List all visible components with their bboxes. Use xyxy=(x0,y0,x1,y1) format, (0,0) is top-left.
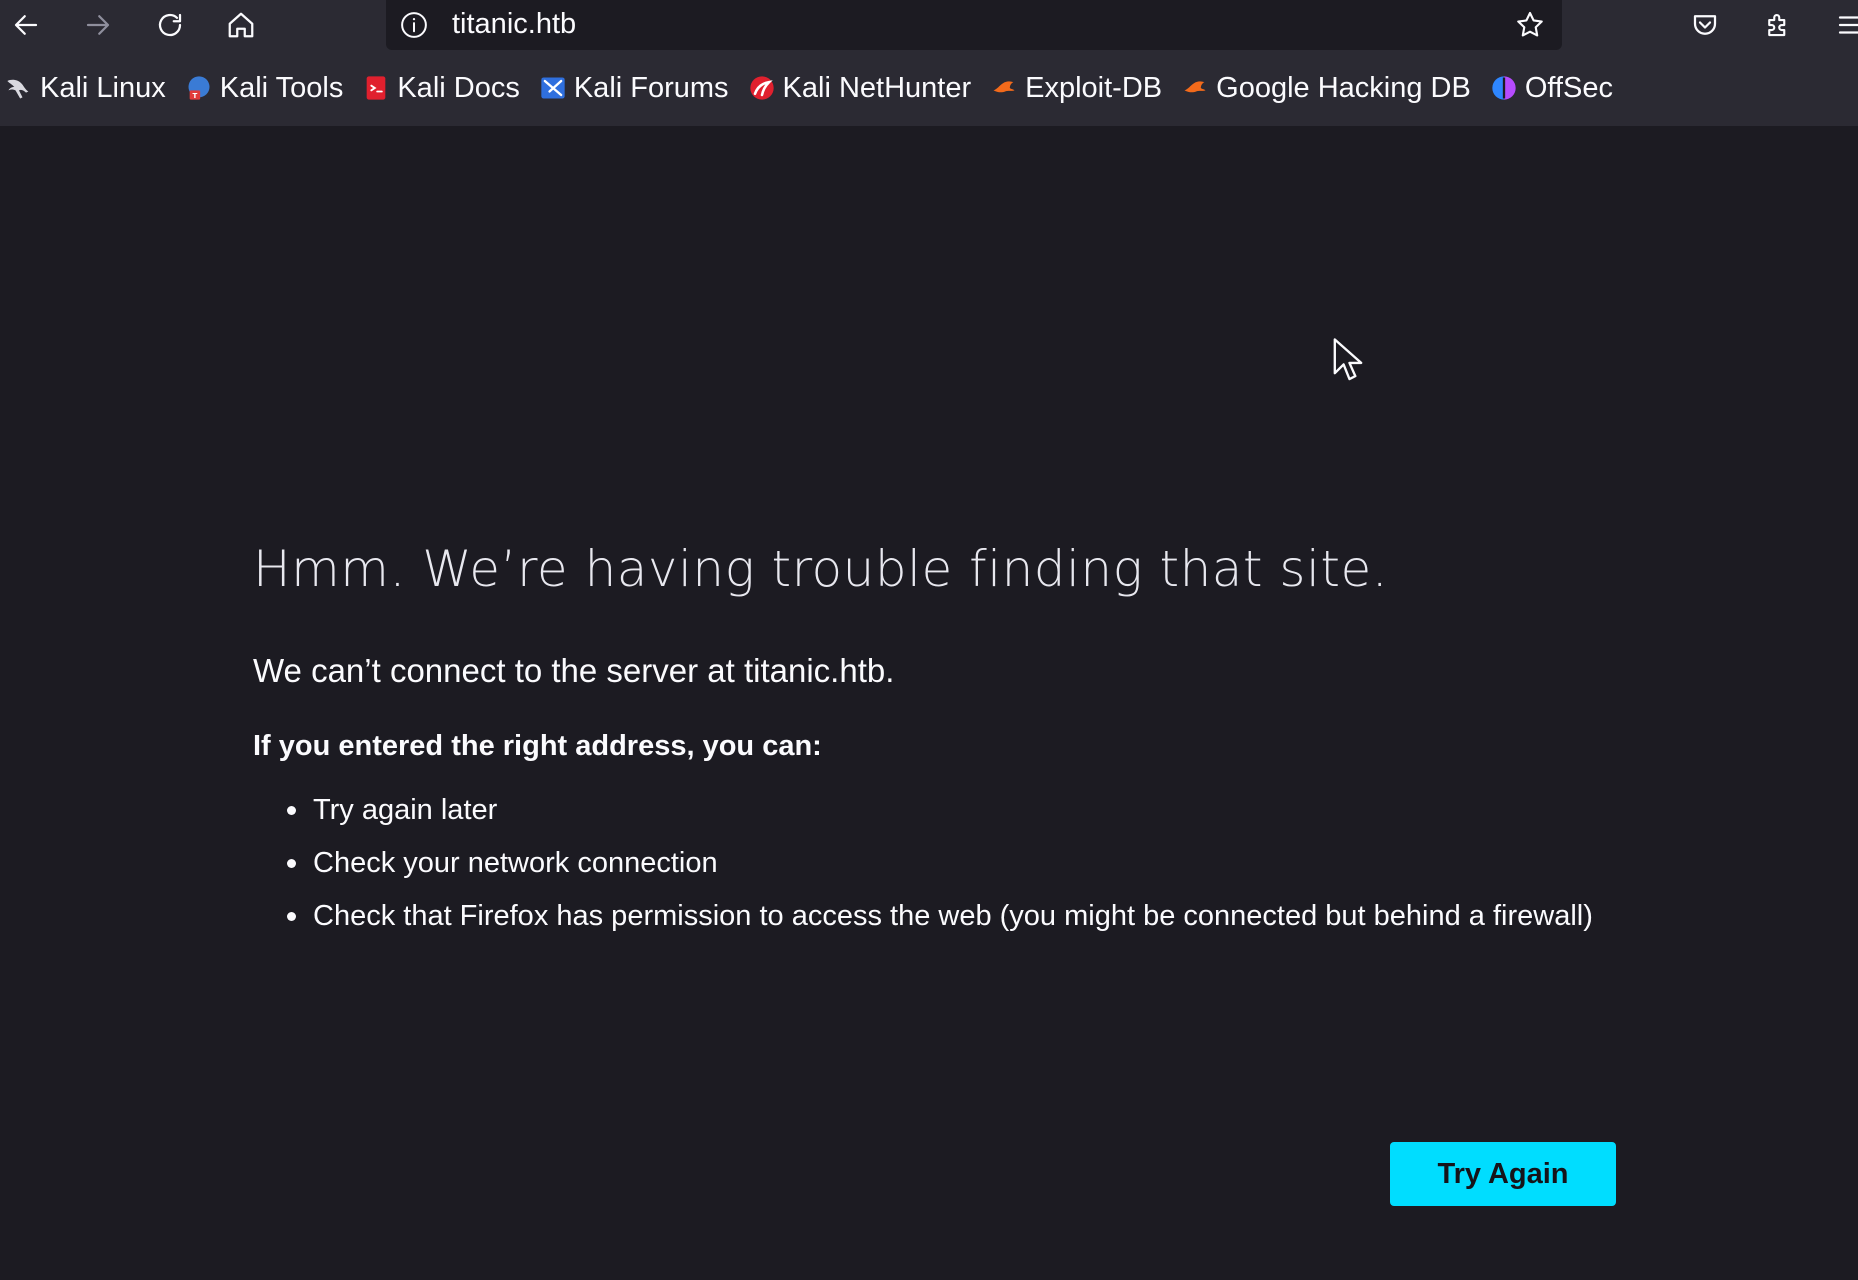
back-arrow-icon xyxy=(14,15,38,35)
list-item: Try again later xyxy=(253,784,1593,837)
list-item: Check your network connection xyxy=(253,837,1593,890)
url-bar[interactable]: titanic.htb xyxy=(386,0,1562,50)
bookmark-kali-docs[interactable]: Kali Docs xyxy=(361,63,520,113)
kali-forums-icon xyxy=(538,73,568,103)
forward-button[interactable] xyxy=(76,3,120,47)
suggestion-text: Check your network connection xyxy=(313,847,718,879)
ghdb-icon xyxy=(1180,73,1210,103)
pocket-button[interactable] xyxy=(1683,3,1727,47)
bookmark-kali-tools[interactable]: T Kali Tools xyxy=(184,63,344,113)
svg-text:T: T xyxy=(192,92,197,100)
offsec-icon xyxy=(1489,73,1519,103)
bookmark-label: Kali Linux xyxy=(40,71,166,104)
navigation-toolbar: titanic.htb xyxy=(0,0,1858,50)
extensions-button[interactable] xyxy=(1756,3,1800,47)
error-description: We can’t connect to the server at titani… xyxy=(253,652,895,689)
bookmark-kali-forums[interactable]: Kali Forums xyxy=(538,63,729,113)
reload-icon xyxy=(158,13,182,37)
try-again-button[interactable]: Try Again xyxy=(1390,1142,1616,1206)
forward-arrow-icon xyxy=(86,15,110,35)
bullet-icon xyxy=(287,912,296,921)
kali-docs-icon xyxy=(361,73,391,103)
exploit-db-icon xyxy=(989,73,1019,103)
suggestion-text: Check that Firefox has permission to acc… xyxy=(313,900,1593,932)
bookmark-kali-nethunter[interactable]: Kali NetHunter xyxy=(747,63,972,113)
reload-button[interactable] xyxy=(148,3,192,47)
bookmark-label: Google Hacking DB xyxy=(1216,71,1471,104)
back-button[interactable] xyxy=(4,3,48,47)
bookmark-exploit-db[interactable]: Exploit-DB xyxy=(989,63,1162,113)
bookmark-google-hacking-db[interactable]: Google Hacking DB xyxy=(1180,63,1471,113)
bookmark-label: OffSec xyxy=(1524,71,1613,104)
menu-button[interactable] xyxy=(1828,3,1858,47)
bookmark-label: Kali Tools xyxy=(219,71,344,104)
bookmark-label: Kali Forums xyxy=(573,71,729,104)
bookmark-kali-linux[interactable]: Kali Linux xyxy=(4,63,166,113)
kali-dragon-icon xyxy=(4,73,34,103)
site-info-button[interactable] xyxy=(396,7,432,43)
kali-tools-icon: T xyxy=(184,73,214,103)
home-button[interactable] xyxy=(219,3,263,47)
extensions-icon xyxy=(1768,13,1786,37)
bookmark-offsec[interactable]: OffSec xyxy=(1489,63,1613,113)
pocket-icon xyxy=(1693,15,1717,35)
bullet-icon xyxy=(287,859,296,868)
list-item: Check that Firefox has permission to acc… xyxy=(253,890,1593,943)
error-page xyxy=(0,126,1858,1280)
suggestions-list: Try again later Check your network conne… xyxy=(253,784,1593,943)
star-icon xyxy=(1517,11,1543,37)
error-title: Hmm. We’re having trouble finding that s… xyxy=(253,540,1389,598)
url-text[interactable]: titanic.htb xyxy=(452,0,576,48)
suggestion-text: Try again later xyxy=(313,794,498,826)
bookmark-label: Kali Docs xyxy=(397,71,520,104)
info-icon xyxy=(401,12,427,38)
bookmark-label: Exploit-DB xyxy=(1025,71,1163,104)
bullet-icon xyxy=(287,806,296,815)
hamburger-menu-icon xyxy=(1838,16,1858,34)
bookmark-page-button[interactable] xyxy=(1508,3,1552,47)
mouse-pointer-icon xyxy=(1333,338,1363,381)
suggestions-heading: If you entered the right address, you ca… xyxy=(253,730,822,762)
kali-nethunter-icon xyxy=(747,73,777,103)
home-icon xyxy=(228,12,254,38)
bookmarks-toolbar: Kali Linux T Kali Tools Kali Docs Kali F… xyxy=(0,50,1858,126)
bookmark-label: Kali NetHunter xyxy=(782,71,972,104)
